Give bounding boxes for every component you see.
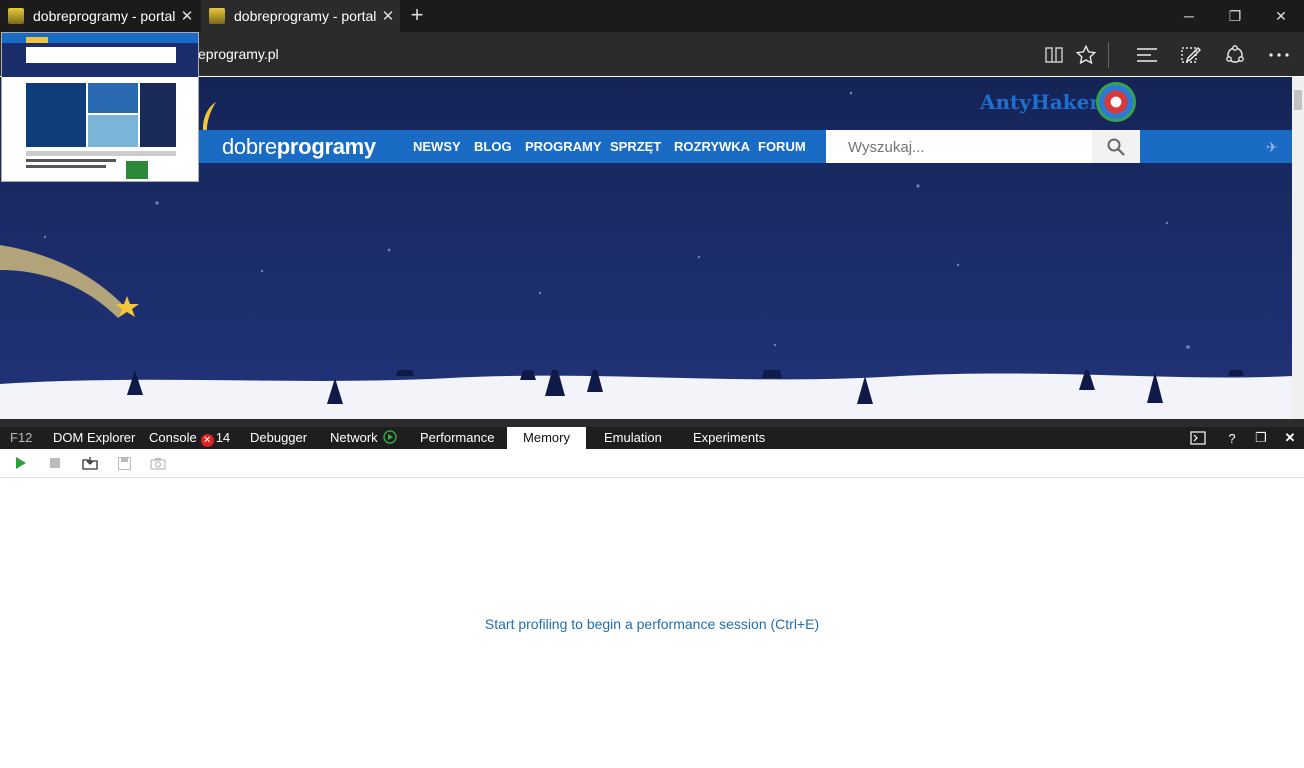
tab-emulation[interactable]: Emulation [604, 427, 662, 449]
console-error-count: 14 [215, 430, 231, 445]
tab-performance[interactable]: Performance [420, 427, 494, 449]
browser-tab-1[interactable]: dobreprogramy - portal ✕ [0, 0, 199, 32]
memory-toolbar [0, 449, 1304, 478]
nav-item-rozrywka[interactable]: ROZRYWKA [674, 139, 750, 154]
import-session-icon[interactable] [81, 455, 99, 471]
close-tab-icon[interactable]: ✕ [376, 7, 400, 25]
user-name-link[interactable]: AntyHaker [980, 90, 1100, 114]
web-note-icon[interactable] [1178, 42, 1204, 68]
tab-network[interactable]: Network [330, 427, 397, 449]
share-icon[interactable] [1222, 42, 1248, 68]
site-favicon-icon [209, 8, 225, 24]
toolbar-separator [1108, 42, 1109, 68]
user-avatar[interactable] [1096, 82, 1136, 122]
f12-label: F12 [10, 430, 33, 445]
help-icon[interactable]: ? [1223, 429, 1241, 447]
minimize-icon[interactable]: ─ [1166, 0, 1212, 32]
favorite-star-icon[interactable] [1073, 42, 1099, 68]
error-icon: ✕ [200, 434, 214, 447]
tab-network-label: Network [330, 430, 378, 445]
site-search-input[interactable] [846, 135, 1080, 159]
close-devtools-icon[interactable]: ✕ [1281, 429, 1299, 447]
nav-item-newsy[interactable]: NEWSY [413, 139, 461, 154]
close-window-icon[interactable]: ✕ [1258, 0, 1304, 32]
logo-bold-text: programy [276, 134, 376, 159]
start-profiling-icon[interactable] [12, 455, 30, 471]
tab-preview-thumbnail[interactable] [1, 32, 199, 182]
reading-view-icon[interactable] [1041, 42, 1067, 68]
restore-icon[interactable]: ❐ [1212, 0, 1258, 32]
undock-icon[interactable]: ❐ [1252, 429, 1270, 447]
browser-tab-2[interactable]: dobreprogramy - portal ✕ [201, 0, 400, 32]
logo-regular-text: dobre [222, 134, 277, 159]
tab-debugger[interactable]: Debugger [250, 427, 307, 449]
network-recording-icon [383, 430, 397, 444]
hub-icon[interactable] [1134, 42, 1160, 68]
tab-console[interactable]: Console ✕ 14 [149, 427, 230, 449]
profiling-hint-message: Start profiling to begin a performance s… [484, 616, 820, 632]
tab-experiments[interactable]: Experiments [693, 427, 765, 449]
comet-star-icon [0, 245, 139, 318]
console-toggle-icon[interactable] [1189, 429, 1207, 447]
new-tab-icon[interactable]: + [406, 4, 428, 28]
nav-item-programy[interactable]: PROGRAMY [525, 139, 602, 154]
tab-console-label: Console [149, 430, 197, 445]
more-icon[interactable] [1266, 42, 1292, 68]
tab-title: dobreprogramy - portal [33, 8, 175, 24]
page-scrollbar-thumb[interactable] [1294, 90, 1302, 110]
tab-memory[interactable]: Memory [507, 427, 586, 449]
nav-item-blog[interactable]: BLOG [474, 139, 512, 154]
take-snapshot-icon[interactable] [149, 455, 167, 471]
tab-title: dobreprogramy - portal [234, 8, 376, 24]
pin-icon[interactable]: ✈ [1266, 139, 1278, 156]
stop-profiling-icon[interactable] [46, 455, 64, 471]
site-logo[interactable]: dobreprogramy [222, 134, 376, 160]
tab-dom-explorer[interactable]: DOM Explorer [53, 427, 135, 449]
tab-preview-image [2, 33, 198, 179]
snow-landscape [0, 370, 1292, 419]
save-session-icon[interactable] [115, 455, 133, 471]
devtools-splitter[interactable] [0, 419, 1304, 427]
site-favicon-icon [8, 8, 24, 24]
close-tab-icon[interactable]: ✕ [175, 7, 199, 25]
page-scrollbar[interactable] [1292, 77, 1304, 419]
nav-item-sprzet[interactable]: SPRZĘT [610, 139, 661, 154]
url-field[interactable]: eprogramy.pl [198, 46, 279, 62]
search-icon[interactable] [1092, 130, 1140, 163]
nav-item-forum[interactable]: FORUM [758, 139, 806, 154]
